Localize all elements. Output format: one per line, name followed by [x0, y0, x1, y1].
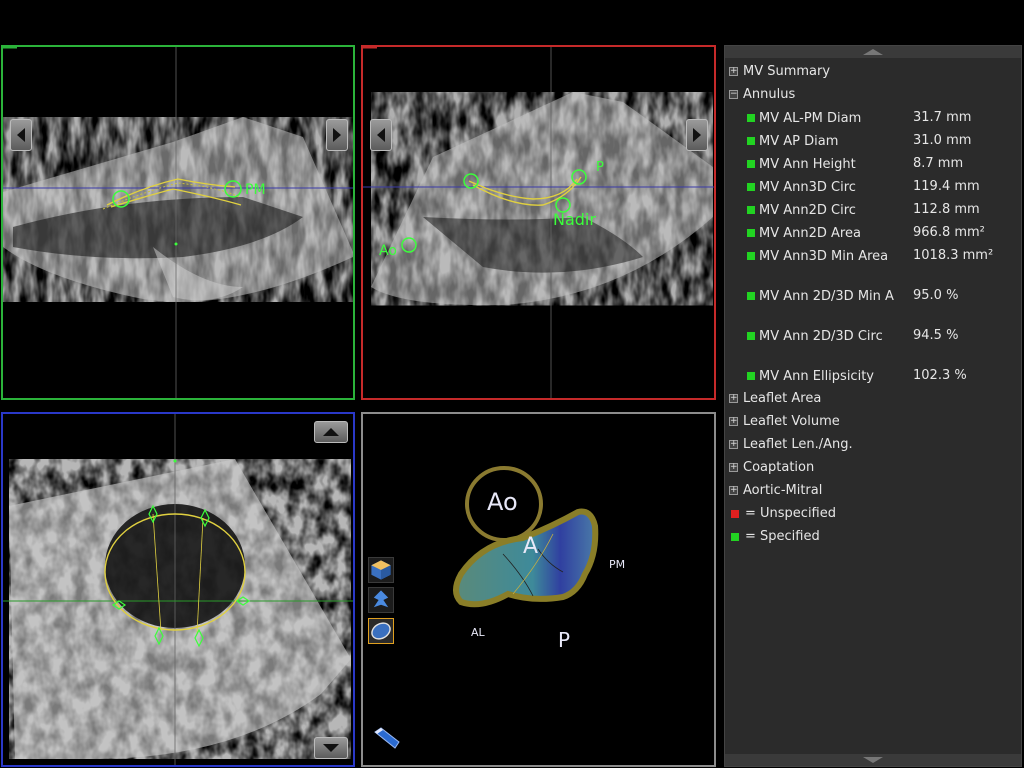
viewport-3d-model[interactable]: Ao A PM AL P: [361, 412, 716, 767]
measurement-tree: + MV Summary − Annulus MV AL-PM Diam 31.…: [725, 64, 1021, 552]
legend-unspecified: = Unspecified: [725, 506, 1021, 529]
chevron-up-icon: [863, 49, 883, 55]
viewport-long-axis-red[interactable]: P Nadir Ao: [361, 45, 716, 400]
specified-indicator: [747, 137, 755, 145]
ultrasound-image-red: [363, 47, 714, 398]
leaflet-icon: [373, 590, 389, 608]
probe-icon: [374, 727, 400, 749]
specified-indicator: [747, 252, 755, 260]
next-view-button[interactable]: [686, 119, 708, 151]
chevron-down-icon: [323, 744, 339, 752]
collapse-minus-icon[interactable]: −: [729, 90, 738, 99]
label-al-model: AL: [471, 626, 485, 639]
expand-plus-icon[interactable]: +: [729, 463, 738, 472]
expand-plus-icon[interactable]: +: [729, 440, 738, 449]
specified-indicator: [747, 206, 755, 214]
section-leaflet-area[interactable]: + Leaflet Area: [725, 391, 1021, 414]
specified-indicator: [747, 229, 755, 237]
label-ao: Ao: [379, 243, 397, 259]
specified-indicator: [731, 533, 739, 541]
label-pm: PM: [245, 182, 266, 198]
unspecified-indicator: [731, 510, 739, 518]
legend-specified: = Specified: [725, 529, 1021, 552]
chevron-down-icon: [863, 757, 883, 763]
section-mv-summary[interactable]: + MV Summary: [725, 64, 1021, 87]
section-annulus[interactable]: − Annulus: [725, 87, 1021, 110]
panel-scroll-up-button[interactable]: [725, 46, 1021, 58]
measurement-row[interactable]: MV Ann Ellipsicity 102.3 %: [725, 368, 1021, 391]
tool-valve-button[interactable]: [368, 618, 394, 644]
expand-plus-icon[interactable]: +: [729, 417, 738, 426]
cube-icon: [371, 560, 391, 580]
tool-leaflet-button[interactable]: [368, 587, 394, 613]
measurement-row[interactable]: MV Ann3D Circ 119.4 mm: [725, 179, 1021, 202]
label-p-model: P: [558, 628, 571, 652]
label-nadir: Nadir: [553, 210, 596, 229]
specified-indicator: [747, 160, 755, 168]
viewport-short-axis-blue[interactable]: [1, 412, 355, 767]
measurement-row[interactable]: MV Ann3D Min Area 1018.3 mm²: [725, 248, 1021, 288]
measurement-row[interactable]: MV Ann Height 8.7 mm: [725, 156, 1021, 179]
scroll-up-button[interactable]: [314, 421, 348, 443]
label-ao-model: Ao: [487, 488, 518, 516]
expand-plus-icon[interactable]: +: [729, 486, 738, 495]
ultrasound-image-blue: [3, 414, 353, 765]
valve-icon: [371, 622, 391, 640]
specified-indicator: [747, 114, 755, 122]
label-p: P: [596, 160, 604, 175]
chevron-left-icon: [17, 128, 25, 142]
measurement-row[interactable]: MV Ann2D Area 966.8 mm²: [725, 225, 1021, 248]
previous-view-button[interactable]: [10, 119, 32, 151]
chevron-up-icon: [323, 428, 339, 436]
section-aortic-mitral[interactable]: + Aortic-Mitral: [725, 483, 1021, 506]
measurement-row[interactable]: MV AL-PM Diam 31.7 mm: [725, 110, 1021, 133]
mitral-valve-model: [453, 466, 599, 608]
measurement-row[interactable]: MV AP Diam 31.0 mm: [725, 133, 1021, 156]
measurement-row[interactable]: MV Ann2D Circ 112.8 mm: [725, 202, 1021, 225]
measurement-row[interactable]: MV Ann 2D/3D Circ 94.5 %: [725, 328, 1021, 368]
next-view-button[interactable]: [326, 119, 348, 151]
top-bar: [0, 0, 1024, 44]
viewport-long-axis-green[interactable]: PM: [1, 45, 355, 400]
specified-indicator: [747, 292, 755, 300]
specified-indicator: [747, 332, 755, 340]
scroll-down-button[interactable]: [314, 737, 348, 759]
expand-plus-icon[interactable]: +: [729, 394, 738, 403]
section-coaptation[interactable]: + Coaptation: [725, 460, 1021, 483]
chevron-right-icon: [333, 128, 341, 142]
panel-scroll-down-button[interactable]: [725, 754, 1021, 766]
expand-plus-icon[interactable]: +: [729, 67, 738, 76]
chevron-right-icon: [693, 128, 701, 142]
section-leaflet-len-ang[interactable]: + Leaflet Len./Ang.: [725, 437, 1021, 460]
section-leaflet-volume[interactable]: + Leaflet Volume: [725, 414, 1021, 437]
label-pm-model: PM: [609, 558, 626, 571]
chevron-left-icon: [377, 128, 385, 142]
previous-view-button[interactable]: [370, 119, 392, 151]
specified-indicator: [747, 372, 755, 380]
measurement-panel[interactable]: + MV Summary − Annulus MV AL-PM Diam 31.…: [724, 45, 1022, 767]
measurement-row[interactable]: MV Ann 2D/3D Min A 95.0 %: [725, 288, 1021, 328]
ultrasound-image-green: [3, 47, 353, 398]
specified-indicator: [747, 183, 755, 191]
tool-cube-button[interactable]: [368, 557, 394, 583]
label-a-model: A: [523, 534, 539, 559]
